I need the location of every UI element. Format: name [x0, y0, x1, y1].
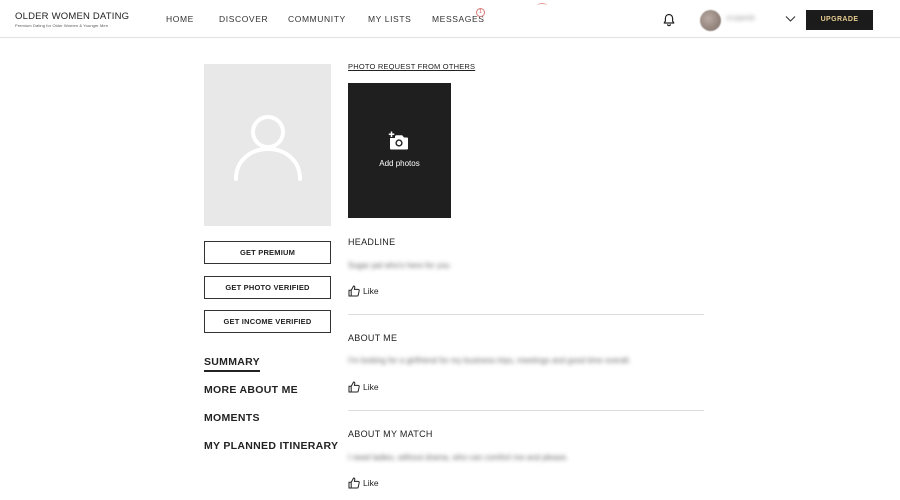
headline-like-button[interactable]: Like: [348, 285, 379, 297]
brand-name: OLDER WOMEN DATING: [15, 11, 130, 22]
nav-home[interactable]: HOME: [166, 14, 194, 24]
nav-my-lists[interactable]: MY LISTS: [368, 14, 411, 24]
about-me-text: I'm looking for a girlfriend for my busi…: [348, 356, 631, 365]
like-label: Like: [363, 382, 379, 392]
get-premium-button[interactable]: GET PREMIUM: [204, 241, 331, 264]
user-silhouette-icon: [234, 115, 302, 181]
add-photos-tile[interactable]: Add photos: [348, 83, 451, 218]
bell-icon[interactable]: [662, 13, 676, 27]
camera-add-icon: [388, 131, 408, 150]
thumbs-up-icon: [348, 477, 360, 489]
profile-photo-placeholder[interactable]: [204, 64, 331, 226]
nav-discover[interactable]: DISCOVER: [219, 14, 268, 24]
nav-community[interactable]: COMMUNITY: [288, 14, 346, 24]
loading-indicator: [537, 3, 547, 8]
brand-tagline: Premium Dating for Older Women & Younger…: [15, 23, 109, 28]
avatar[interactable]: [700, 10, 721, 31]
about-my-match-like-button[interactable]: Like: [348, 477, 379, 489]
top-header: OLDER WOMEN DATING Premium Dating for Ol…: [0, 0, 900, 38]
thumbs-up-icon: [348, 381, 360, 393]
menu-more-about-me[interactable]: MORE ABOUT ME: [204, 384, 298, 396]
about-me-like-button[interactable]: Like: [348, 381, 379, 393]
menu-planned-itinerary[interactable]: MY PLANNED ITINERARY: [204, 440, 338, 452]
about-my-match-title: ABOUT MY MATCH: [348, 429, 433, 439]
photo-request-link[interactable]: PHOTO REQUEST FROM OTHERS: [348, 62, 475, 71]
get-photo-verified-button[interactable]: GET PHOTO VERIFIED: [204, 276, 331, 299]
about-me-title: ABOUT ME: [348, 333, 398, 343]
headline-title: HEADLINE: [348, 237, 396, 247]
thumbs-up-icon: [348, 285, 360, 297]
menu-summary[interactable]: SUMMARY: [204, 356, 260, 372]
get-income-verified-button[interactable]: GET INCOME VERIFIED: [204, 310, 331, 333]
menu-moments[interactable]: MOMENTS: [204, 412, 260, 424]
about-my-match-text: I need ladies, without drama, who can co…: [348, 453, 569, 462]
like-label: Like: [363, 478, 379, 488]
add-photos-label: Add photos: [379, 159, 420, 168]
section-divider: [348, 410, 704, 411]
section-divider: [348, 314, 704, 315]
like-label: Like: [363, 286, 379, 296]
messages-badge: 1: [476, 8, 485, 17]
username[interactable]: sruqaede: [726, 15, 755, 22]
upgrade-button[interactable]: UPGRADE: [806, 10, 873, 30]
headline-text: Sugar pal who's here for you: [348, 261, 450, 270]
chevron-down-icon[interactable]: [785, 15, 796, 23]
brand-logo[interactable]: OLDER WOMEN DATING Premium Dating for Ol…: [15, 11, 129, 28]
